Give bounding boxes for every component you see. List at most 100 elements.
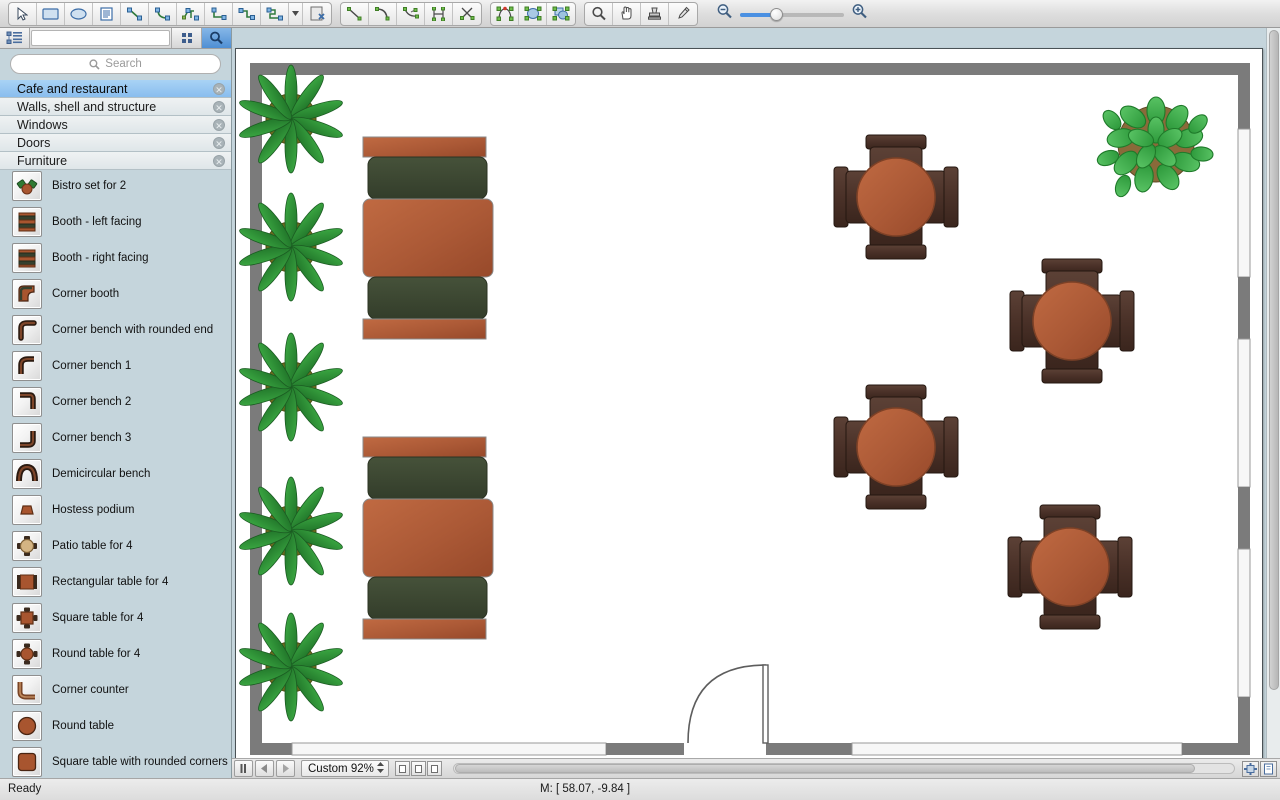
zoom-out-icon[interactable] — [716, 3, 733, 24]
two-page-view-button[interactable] — [411, 761, 426, 776]
shape-list[interactable]: Bistro set for 2 Booth - left facing Boo… — [0, 168, 232, 778]
list-item[interactable]: Corner bench 1 — [0, 348, 232, 384]
select-shape-icon[interactable] — [519, 2, 547, 25]
zoom-in-icon[interactable] — [851, 3, 868, 24]
drawing-page[interactable] — [235, 48, 1263, 773]
round-table-4[interactable] — [833, 134, 959, 260]
rectangle-icon[interactable] — [37, 2, 65, 25]
search-row: Search — [0, 49, 231, 80]
curved-connector-icon[interactable] — [149, 2, 177, 25]
prev-page-icon[interactable] — [255, 760, 274, 777]
next-page-icon[interactable] — [276, 760, 295, 777]
straight-connector-icon[interactable] — [121, 2, 149, 25]
s-connector-icon[interactable] — [233, 2, 261, 25]
fit-page-icon[interactable] — [1242, 760, 1259, 777]
list-item[interactable]: Hostess podium — [0, 492, 232, 528]
close-icon[interactable]: ✕ — [213, 154, 225, 167]
zoom-level-select[interactable]: Custom 92% — [301, 760, 389, 777]
scrollbar-thumb[interactable] — [455, 764, 1195, 773]
booth-left-thumb — [12, 207, 42, 237]
list-item[interactable]: Booth - left facing — [0, 204, 232, 240]
corner-bench-1-thumb — [12, 351, 42, 381]
scissors-icon[interactable] — [453, 3, 481, 25]
page-view-icon[interactable] — [1260, 760, 1277, 777]
canvas-horizontal-scrollbar[interactable] — [453, 763, 1235, 774]
list-item[interactable]: Round table — [0, 708, 232, 744]
category-label: Walls, shell and structure — [17, 99, 157, 114]
category-walls-shell-and-structure[interactable]: Walls, shell and structure ✕ — [0, 98, 231, 116]
booth[interactable] — [362, 436, 494, 640]
round-table-4[interactable] — [833, 384, 959, 510]
shape-label: Booth - left facing — [52, 216, 142, 228]
canvas-area[interactable] — [232, 28, 1280, 778]
round-table-4[interactable] — [1007, 504, 1133, 630]
close-icon[interactable]: ✕ — [213, 118, 225, 131]
list-item[interactable]: Booth - right facing — [0, 240, 232, 276]
bush[interactable] — [1095, 96, 1214, 199]
door-symbol[interactable] — [687, 664, 769, 744]
new-page-icon[interactable] — [303, 3, 331, 25]
magnifier-icon[interactable] — [585, 2, 613, 25]
list-item[interactable]: Bistro set for 2 — [0, 168, 232, 204]
list-item[interactable]: Rectangular table for 4 — [0, 564, 232, 600]
canvas-vertical-scrollbar[interactable] — [1266, 28, 1280, 778]
single-page-view-button[interactable] — [395, 761, 410, 776]
category-windows[interactable]: Windows ✕ — [0, 116, 231, 134]
search-icon[interactable] — [201, 28, 231, 48]
right-angle-connector-icon[interactable] — [205, 2, 233, 25]
tree-view-icon[interactable] — [0, 28, 30, 48]
list-item[interactable]: Square table for 4 — [0, 600, 232, 636]
list-item[interactable]: Patio table for 4 — [0, 528, 232, 564]
list-item[interactable]: Corner booth — [0, 276, 232, 312]
list-item[interactable]: Corner bench with rounded end — [0, 312, 232, 348]
search-input[interactable]: Search — [10, 54, 221, 74]
round-table-4[interactable] — [1009, 258, 1135, 384]
toolbar-group-view-tools — [584, 1, 698, 26]
grid-view-icon[interactable] — [171, 28, 201, 48]
zoom-control — [716, 3, 868, 24]
library-path-field[interactable] — [31, 30, 170, 46]
shape-label: Square table with rounded corners — [52, 756, 228, 768]
status-bar: Ready M: [ 58.07, -9.84 ] — [0, 778, 1280, 800]
select-nodes-icon[interactable] — [491, 2, 519, 25]
line-segment-icon[interactable] — [341, 2, 369, 25]
list-item[interactable]: Round table for 4 — [0, 636, 232, 672]
page-navigation-bar: Custom 92% — [232, 758, 1280, 778]
node-edit-icon[interactable] — [425, 2, 453, 25]
ellipse-icon[interactable] — [65, 2, 93, 25]
zoom-slider-thumb[interactable] — [770, 7, 783, 21]
pause-icon[interactable] — [234, 760, 253, 777]
select-multiple-icon[interactable] — [547, 3, 575, 25]
multi-connector-icon[interactable] — [261, 2, 289, 25]
list-item[interactable]: Corner bench 2 — [0, 384, 232, 420]
list-item[interactable]: Demicircular bench — [0, 456, 232, 492]
eyedropper-icon[interactable] — [669, 3, 697, 25]
shape-label: Corner bench 1 — [52, 360, 132, 372]
list-item[interactable]: Corner bench 3 — [0, 420, 232, 456]
zoom-slider[interactable] — [740, 7, 844, 21]
multi-page-view-button[interactable] — [427, 761, 442, 776]
hand-icon[interactable] — [613, 2, 641, 25]
close-icon[interactable]: ✕ — [213, 136, 225, 149]
category-label: Doors — [17, 135, 51, 150]
updown-stepper-icon[interactable] — [376, 761, 385, 777]
close-icon[interactable]: ✕ — [213, 100, 225, 113]
tree-connector-icon[interactable] — [177, 2, 205, 25]
bezier-icon[interactable] — [397, 2, 425, 25]
text-box-icon[interactable] — [93, 2, 121, 25]
booth[interactable] — [362, 136, 494, 340]
zoom-level-value: Custom 92% — [308, 762, 374, 775]
category-doors[interactable]: Doors ✕ — [0, 134, 231, 152]
list-item[interactable]: Corner counter — [0, 672, 232, 708]
chevron-down-icon[interactable] — [289, 2, 303, 25]
booth-right-thumb — [12, 243, 42, 273]
pointer-icon[interactable] — [9, 2, 37, 25]
arc-icon[interactable] — [369, 2, 397, 25]
floorplan-drawing[interactable] — [236, 49, 1264, 774]
category-cafe-and-restaurant[interactable]: Cafe and restaurant ✕ — [0, 80, 231, 98]
list-item[interactable]: Square table with rounded corners — [0, 744, 232, 778]
stamp-icon[interactable] — [641, 2, 669, 25]
close-icon[interactable]: ✕ — [213, 82, 225, 95]
scrollbar-thumb[interactable] — [1269, 30, 1279, 690]
shape-label: Round table — [52, 720, 115, 732]
